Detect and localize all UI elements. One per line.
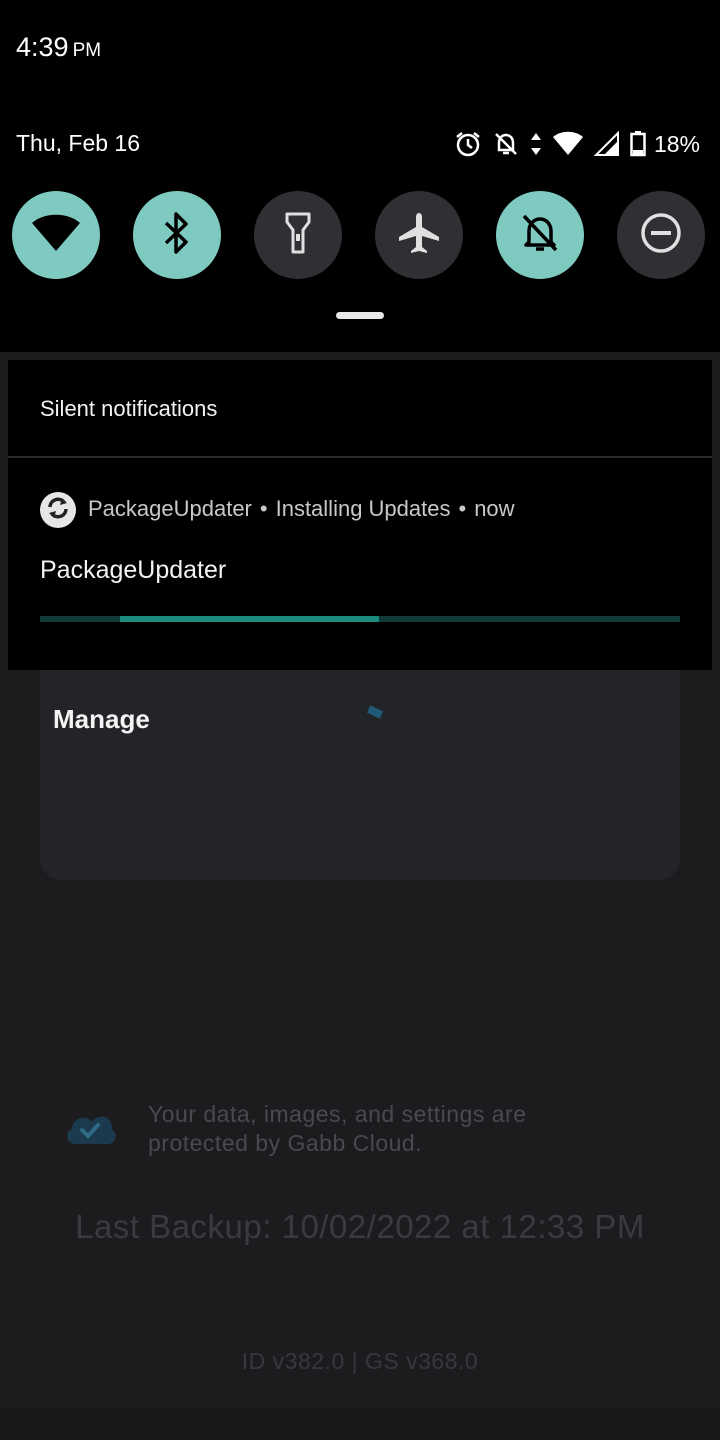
silent-notifications-header: Silent notifications bbox=[40, 396, 218, 421]
wifi-icon bbox=[30, 213, 82, 258]
navigation-bar bbox=[0, 1408, 720, 1440]
alarm-icon bbox=[454, 130, 482, 158]
notification-channel: Installing Updates bbox=[275, 496, 451, 521]
qs-airplane-tile[interactable] bbox=[375, 191, 463, 279]
version-text: ID v382.0 | GS v368.0 bbox=[241, 1348, 479, 1374]
wifi-status-icon bbox=[552, 131, 584, 157]
notification-header: PackageUpdater • Installing Updates • now bbox=[88, 496, 515, 522]
separator-dot: • bbox=[458, 496, 467, 521]
qs-bluetooth-tile[interactable] bbox=[133, 191, 221, 279]
last-backup-text: Last Backup: 10/02/2022 at 12:33 PM bbox=[75, 1208, 645, 1245]
notification-progress-bar bbox=[40, 616, 680, 622]
quick-settings-panel: 4:39 PM Thu, Feb 16 18% bbox=[0, 0, 720, 352]
airplane-icon bbox=[397, 211, 441, 260]
qs-wifi-tile[interactable] bbox=[12, 191, 100, 279]
cloud-protection-text: Your data, images, and settings are prot… bbox=[148, 1101, 527, 1156]
flashlight-icon bbox=[285, 212, 311, 259]
bell-off-icon bbox=[492, 130, 520, 158]
qs-dnd-tile[interactable] bbox=[617, 191, 705, 279]
status-icons: 18% bbox=[454, 128, 700, 160]
notification-app-name: PackageUpdater bbox=[88, 496, 252, 521]
qs-silent-tile[interactable] bbox=[496, 191, 584, 279]
battery-icon bbox=[630, 131, 646, 157]
progress-fill bbox=[120, 616, 380, 622]
sync-icon bbox=[46, 496, 70, 525]
data-arrows-icon bbox=[530, 131, 542, 157]
status-clock: 4:39 PM bbox=[16, 32, 101, 63]
dnd-icon bbox=[640, 212, 682, 259]
notification-panel: Silent notifications PackageUpdater • Inst… bbox=[8, 360, 712, 670]
status-date[interactable]: Thu, Feb 16 bbox=[16, 130, 140, 157]
shade-drag-handle[interactable] bbox=[336, 312, 384, 319]
separator-dot: • bbox=[259, 496, 268, 521]
bell-off-icon bbox=[520, 212, 560, 259]
shade-divider bbox=[0, 352, 720, 360]
notification-title: PackageUpdater bbox=[40, 556, 227, 584]
clock-ampm: PM bbox=[72, 40, 102, 61]
qs-flashlight-tile[interactable] bbox=[254, 191, 342, 279]
clock-time: 4:39 bbox=[16, 32, 69, 62]
app-icon bbox=[40, 492, 76, 528]
battery-percent: 18% bbox=[653, 130, 700, 157]
quick-settings-row bbox=[12, 191, 708, 279]
section-divider bbox=[8, 456, 712, 458]
manage-card[interactable] bbox=[40, 640, 680, 880]
cloud-check-icon bbox=[62, 1108, 118, 1153]
manage-title: Manage bbox=[53, 704, 150, 734]
cell-signal-icon bbox=[593, 131, 620, 157]
notification-time: now bbox=[474, 496, 515, 521]
bluetooth-icon bbox=[162, 210, 192, 261]
cloud-protection-row: Your data, images, and settings are prot… bbox=[62, 1100, 662, 1170]
